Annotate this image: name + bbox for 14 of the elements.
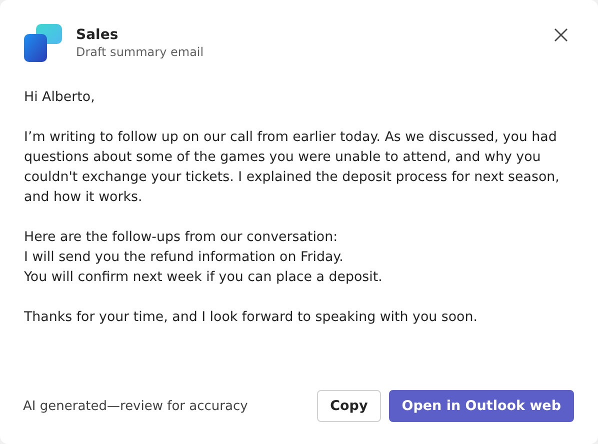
email-text: I’m writing to follow up on our call from earlier today. As we discussed, you had questions about some of the games you were unable to attend, and why you couldn't exchange your tickets. I explained the deposit process for next season, and how it works.: [24, 129, 560, 207]
disclaimer-text: AI generated—review for accuracy: [23, 398, 248, 414]
app-logo-icon: [24, 24, 62, 62]
close-icon: [554, 28, 568, 42]
email-text: I will send you the refund information on Friday.: [24, 249, 344, 267]
email-text: Thanks for your time, and I look forward to speaking with you soon.: [24, 309, 478, 327]
email-text: Here are the follow-ups from our conversation:: [24, 229, 339, 247]
close-button[interactable]: [552, 26, 570, 44]
open-outlook-button[interactable]: Open in Outlook web: [388, 390, 574, 422]
copy-button[interactable]: Copy: [317, 390, 381, 422]
email-text: Hi Alberto,: [24, 89, 96, 107]
app-title: Sales: [76, 27, 120, 43]
email-text: You will confirm next week if you can place a deposit.: [24, 269, 384, 287]
subtitle: Draft summary email: [76, 45, 205, 59]
